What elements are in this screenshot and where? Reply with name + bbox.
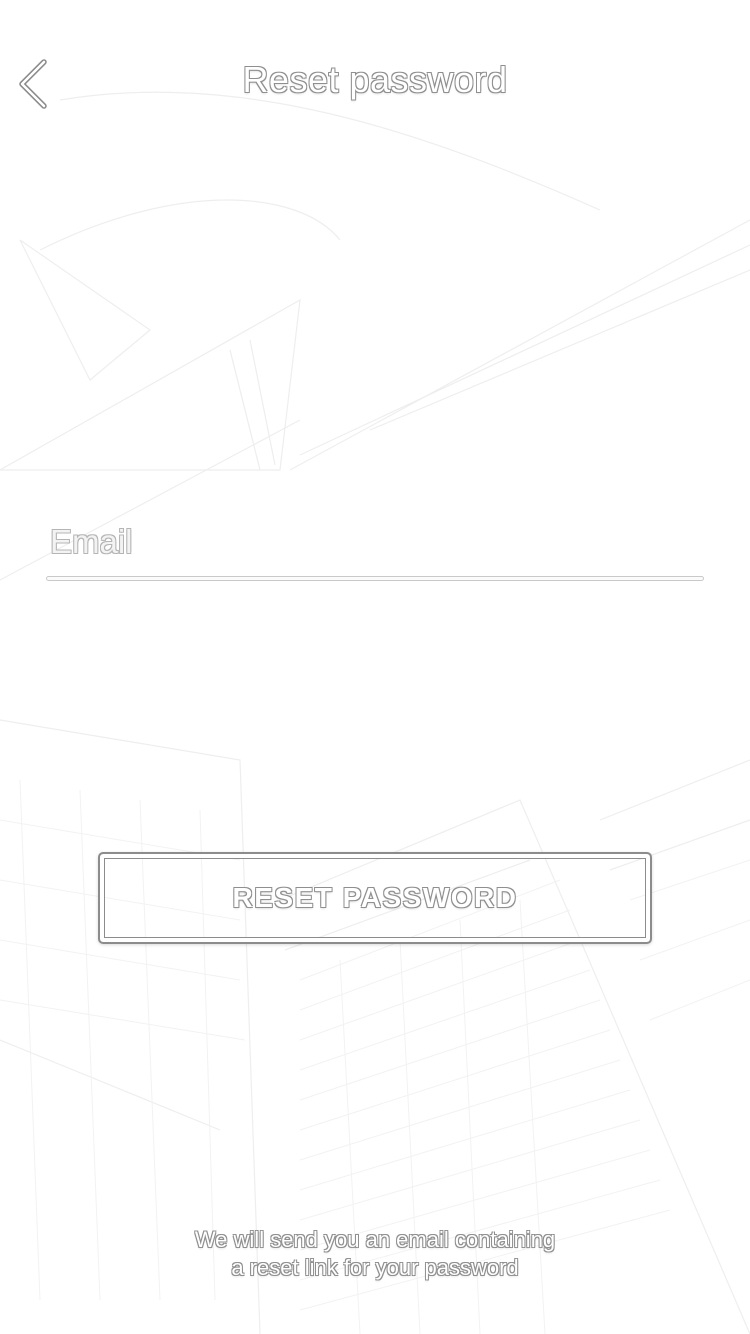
email-field[interactable]: Email — [46, 510, 704, 586]
reset-info-line-2: a reset link for your password — [231, 1255, 519, 1280]
reset-password-button[interactable]: RESET PASSWORD — [98, 852, 652, 944]
reset-info-line-1: We will send you an email containing — [194, 1227, 556, 1252]
reset-password-button-label: RESET PASSWORD — [232, 882, 518, 913]
page-title: Reset password — [242, 59, 508, 100]
email-underline — [46, 576, 704, 581]
reset-password-screen: Reset password Email RESET PASSWORD We w… — [0, 0, 750, 1334]
email-input[interactable] — [46, 510, 704, 574]
reset-info-text: We will send you an email containing a r… — [0, 1226, 750, 1282]
